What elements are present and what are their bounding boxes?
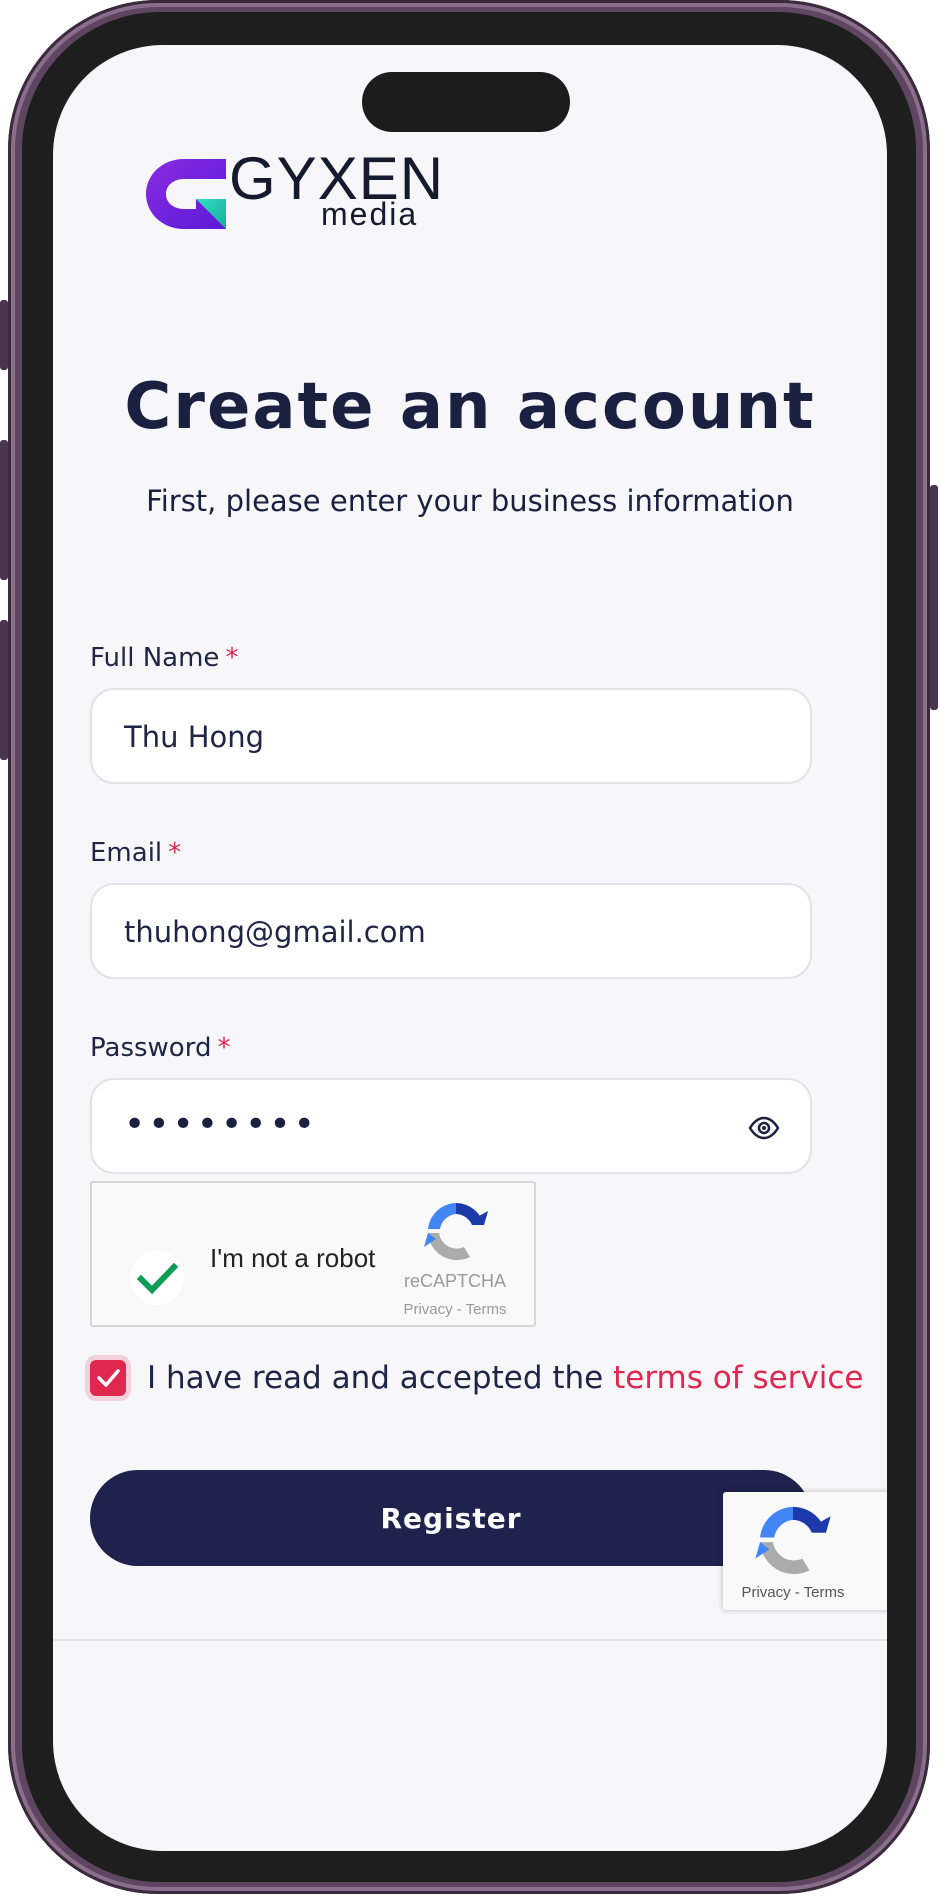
recaptcha-widget[interactable]: I'm not a robot reCAPTCHA Privacy - Term… xyxy=(90,1181,536,1327)
silent-switch xyxy=(0,300,8,370)
full-name-label: Full Name * xyxy=(90,643,238,673)
email-label-text: Email xyxy=(90,838,163,868)
recaptcha-links[interactable]: Privacy - Terms xyxy=(382,1301,528,1318)
recaptcha-badge-links[interactable]: Privacy - Terms xyxy=(723,1584,863,1601)
logo-mark-icon xyxy=(146,159,226,229)
stage: GYXEN media Create an account First, ple… xyxy=(0,0,940,1896)
checkmark-icon xyxy=(97,1369,120,1387)
required-mark: * xyxy=(168,838,182,868)
recaptcha-checkbox[interactable] xyxy=(130,1251,184,1305)
terms-of-service-link[interactable]: terms of service xyxy=(613,1360,863,1396)
phone-screen: GYXEN media Create an account First, ple… xyxy=(53,45,887,1851)
password-label-text: Password xyxy=(90,1033,212,1063)
password-label: Password * xyxy=(90,1033,230,1063)
full-name-label-text: Full Name xyxy=(90,643,220,673)
email-label: Email * xyxy=(90,838,181,868)
terms-text-lead: I have read and accepted the xyxy=(147,1360,604,1396)
required-mark: * xyxy=(225,643,239,673)
terms-checkbox[interactable] xyxy=(90,1360,126,1396)
checkmark-icon xyxy=(136,1262,179,1295)
page-title: Create an account xyxy=(124,370,816,444)
password-masked-value: •••••••• xyxy=(124,1104,318,1145)
terms-text: I have read and accepted the terms of se… xyxy=(147,1360,864,1396)
recaptcha-logo-icon xyxy=(755,1506,831,1575)
full-name-field[interactable]: Thu Hong xyxy=(90,688,812,784)
recaptcha-label: I'm not a robot xyxy=(210,1243,376,1273)
power-button xyxy=(930,485,938,710)
divider xyxy=(53,1639,887,1641)
password-field[interactable]: •••••••• xyxy=(90,1078,812,1174)
email-value: thuhong@gmail.com xyxy=(124,915,426,949)
brand-subname: media xyxy=(321,196,419,232)
register-button[interactable]: Register xyxy=(90,1470,812,1566)
email-field[interactable]: thuhong@gmail.com xyxy=(90,883,812,979)
required-mark: * xyxy=(217,1033,231,1063)
brand-logo: GYXEN media xyxy=(144,149,464,243)
page-subtitle: First, please enter your business inform… xyxy=(146,484,794,518)
volume-down-button xyxy=(0,620,8,760)
full-name-value: Thu Hong xyxy=(124,720,265,754)
recaptcha-logo-icon xyxy=(424,1203,488,1261)
eye-icon[interactable] xyxy=(748,1112,780,1144)
recaptcha-badge[interactable]: Privacy - Terms xyxy=(723,1492,887,1610)
volume-up-button xyxy=(0,440,8,580)
recaptcha-brand: reCAPTCHA xyxy=(403,1271,506,1291)
dynamic-island xyxy=(362,72,570,132)
